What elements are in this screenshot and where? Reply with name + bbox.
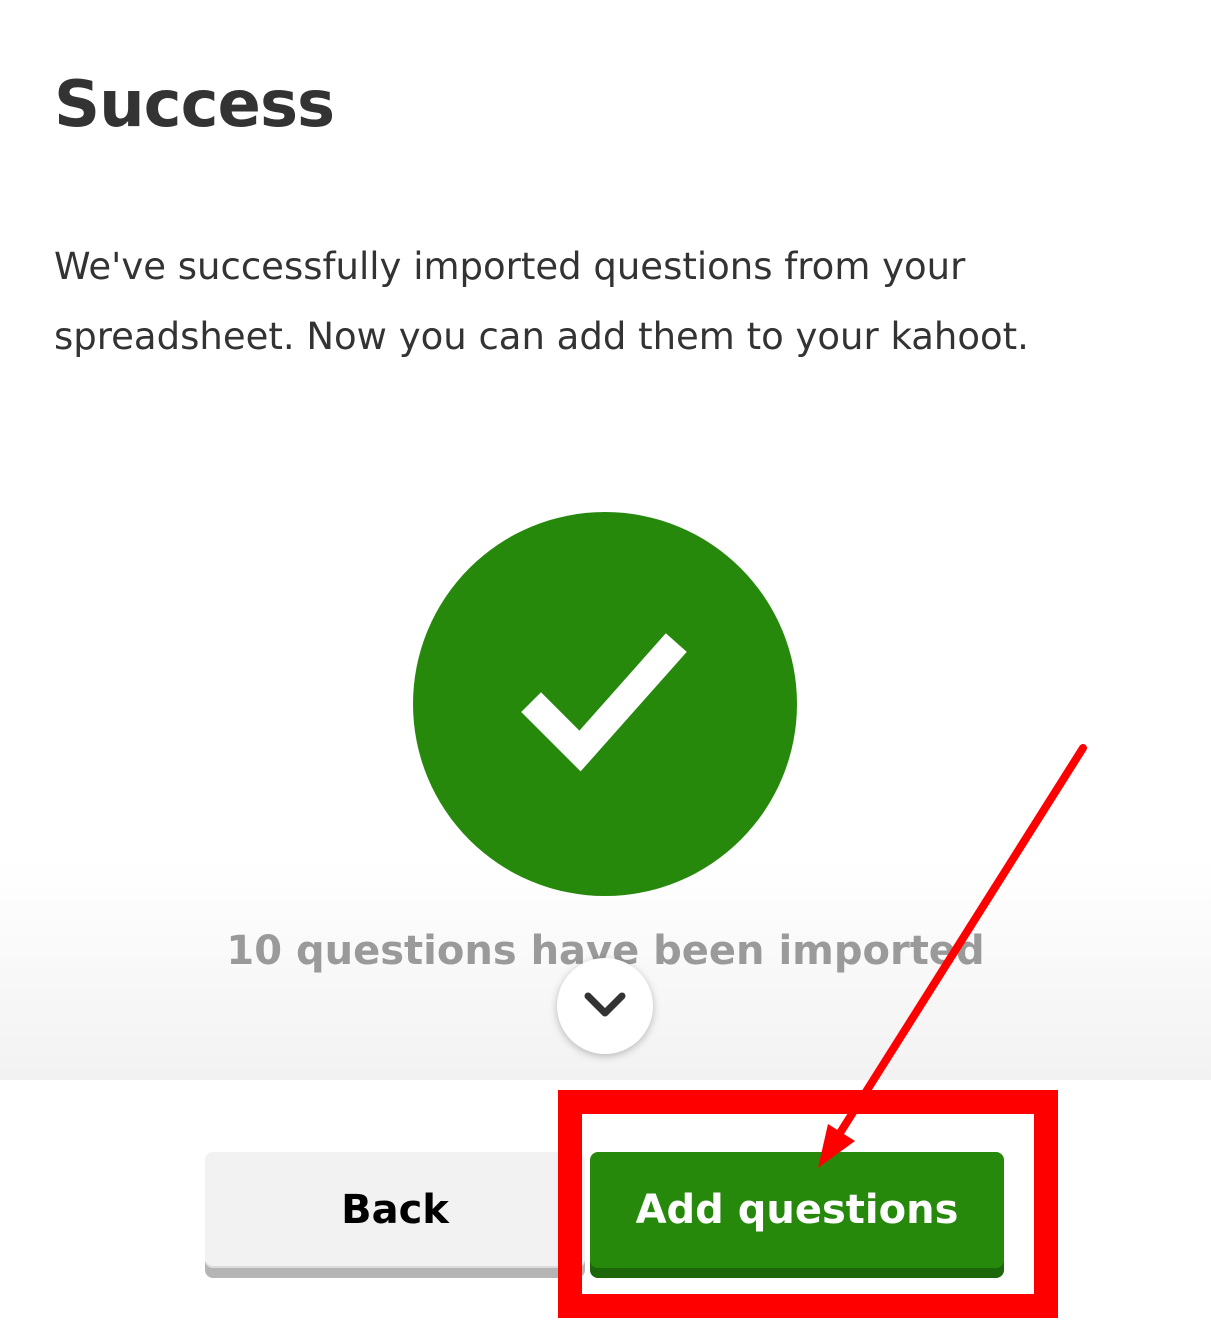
back-button[interactable]: Back bbox=[205, 1152, 585, 1268]
scroll-down-button[interactable] bbox=[557, 958, 653, 1054]
success-badge bbox=[413, 512, 797, 896]
add-questions-button[interactable]: Add questions bbox=[590, 1152, 1004, 1268]
chevron-down-icon bbox=[584, 992, 626, 1017]
import-success-dialog: Success We've successfully imported ques… bbox=[0, 0, 1211, 1331]
check-icon bbox=[521, 633, 687, 772]
success-description: We've successfully imported questions fr… bbox=[54, 245, 1029, 358]
page-title: Success bbox=[54, 68, 335, 142]
